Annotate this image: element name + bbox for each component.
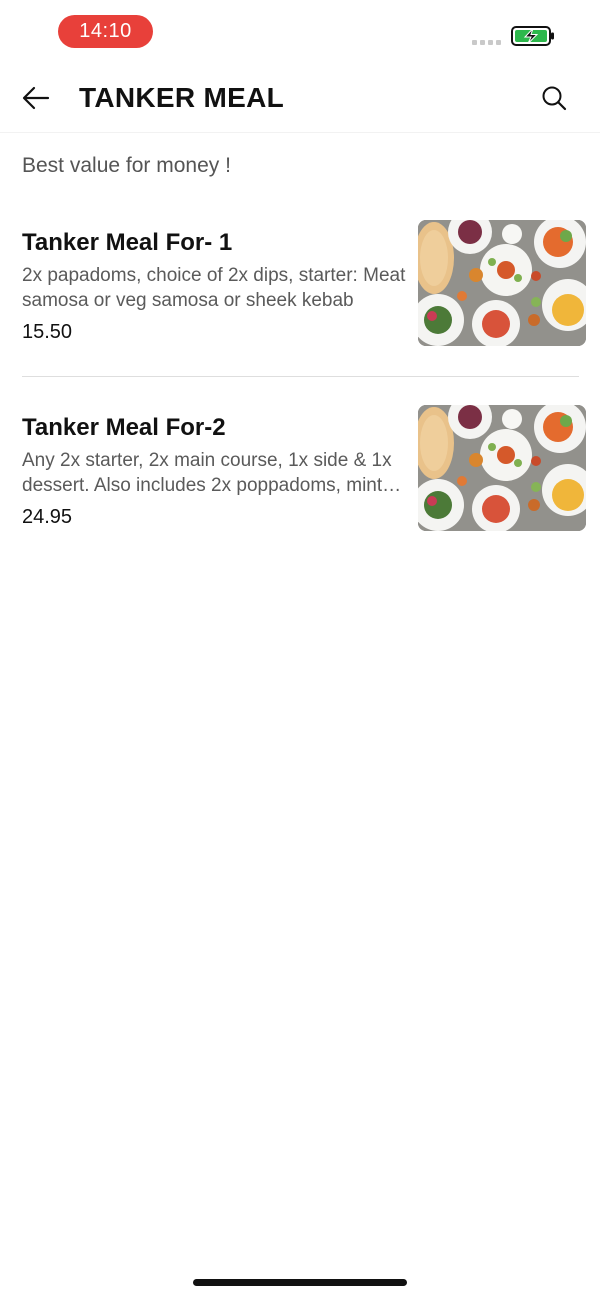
menu-item-price: 24.95 <box>22 506 73 528</box>
battery-charging-icon <box>511 26 554 46</box>
menu-item-image[interactable] <box>418 220 586 346</box>
status-time: 14:10 <box>58 15 153 48</box>
menu-item[interactable]: Tanker Meal For-2 Any 2x starter, 2x mai… <box>22 405 586 533</box>
food-platter-photo <box>418 220 586 346</box>
food-platter-photo <box>418 405 586 531</box>
search-icon <box>542 86 567 111</box>
menu-item-description: 2x papadoms, choice of 2x dips, starter:… <box>22 265 406 311</box>
search-button[interactable] <box>536 80 572 116</box>
menu-item-text: Tanker Meal For-2 Any 2x starter, 2x mai… <box>22 405 414 530</box>
menu-item[interactable]: Tanker Meal For- 1 2x papadoms, choice o… <box>22 220 586 348</box>
item-divider <box>22 376 579 377</box>
menu-item-image[interactable] <box>418 405 586 531</box>
menu-item-text: Tanker Meal For- 1 2x papadoms, choice o… <box>22 220 414 345</box>
category-description: Best value for money ! <box>22 154 231 177</box>
menu-item-name: Tanker Meal For-2 <box>22 414 226 441</box>
page-title: TANKER MEAL <box>79 82 284 113</box>
menu-item-description: Any 2x starter, 2x main course, 1x side … <box>22 450 392 496</box>
status-bar: 14:10 <box>0 0 600 64</box>
back-button[interactable] <box>18 80 54 116</box>
menu-item-name: Tanker Meal For- 1 <box>22 229 233 256</box>
menu-item-price: 15.50 <box>22 321 73 343</box>
arrow-left-icon <box>22 86 50 110</box>
signal-icon <box>472 40 501 45</box>
home-indicator[interactable] <box>193 1279 407 1286</box>
app-header: TANKER MEAL <box>0 64 600 133</box>
